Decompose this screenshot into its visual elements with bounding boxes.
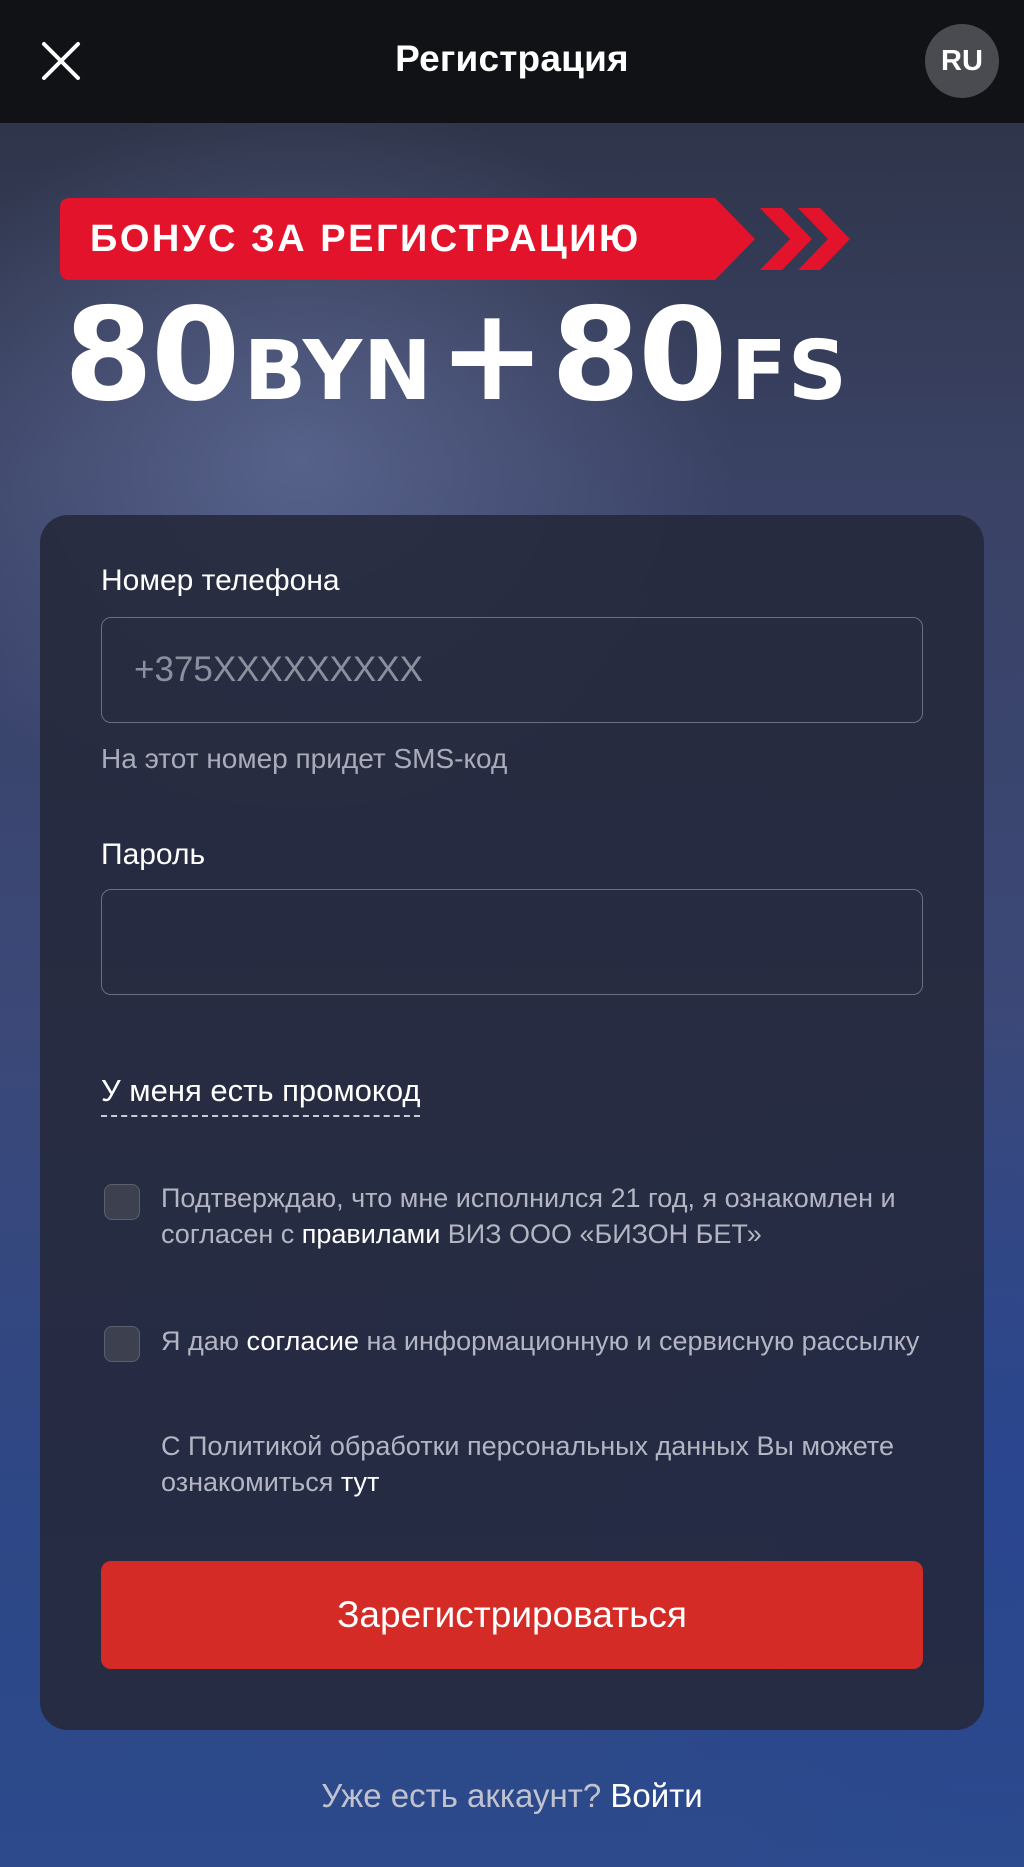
terms-text-end: ВИЗ ООО «БИЗОН БЕТ» [440, 1219, 762, 1249]
bonus-spins-value: 80 [551, 281, 727, 430]
page-title: Регистрация [395, 38, 629, 79]
bonus-amount: 80 BYN + 80 FS [64, 292, 848, 420]
consent-link[interactable]: согласие [247, 1326, 359, 1356]
top-bar: Регистрация RU [0, 0, 1024, 123]
bonus-ribbon-text: БОНУС ЗА РЕГИСТРАЦИЮ [90, 217, 641, 260]
consent-checkbox[interactable] [104, 1326, 140, 1362]
bonus-money-value: 80 [64, 281, 240, 430]
password-label: Пароль [101, 838, 206, 871]
consent-text: Я даю согласие на информационную и серви… [161, 1323, 951, 1359]
phone-label: Номер телефона [101, 564, 340, 597]
bonus-spins-unit: FS [730, 324, 848, 419]
login-question: Уже есть аккаунт? [321, 1777, 602, 1814]
rules-link[interactable]: правилами [302, 1219, 441, 1249]
policy-text-start: С Политикой обработки персональных данны… [161, 1431, 894, 1497]
consent-text-start: Я даю [161, 1326, 247, 1356]
phone-input[interactable] [101, 617, 923, 723]
password-input[interactable] [101, 889, 923, 995]
privacy-policy-text: С Политикой обработки персональных данны… [161, 1428, 951, 1500]
registration-form: Номер телефона На этот номер придет SMS-… [40, 515, 984, 1730]
language-button[interactable]: RU [925, 24, 999, 98]
login-link[interactable]: Войти [610, 1777, 702, 1814]
bonus-ribbon: БОНУС ЗА РЕГИСТРАЦИЮ [60, 198, 850, 280]
bonus-currency: BYN [243, 324, 433, 419]
consent-text-end: на информационную и сервисную рассылку [358, 1326, 920, 1356]
login-prompt: Уже есть аккаунт? Войти [0, 1777, 1024, 1815]
terms-text: Подтверждаю, что мне исполнился 21 год, … [161, 1180, 951, 1252]
terms-checkbox[interactable] [104, 1184, 140, 1220]
phone-hint: На этот номер придет SMS-код [101, 743, 508, 774]
register-button[interactable]: Зарегистрироваться [101, 1561, 923, 1669]
promo-code-link[interactable]: У меня есть промокод [101, 1073, 421, 1117]
double-chevron-right-icon [760, 208, 850, 270]
privacy-policy-link[interactable]: тут [341, 1467, 380, 1497]
bonus-plus: + [438, 281, 546, 430]
